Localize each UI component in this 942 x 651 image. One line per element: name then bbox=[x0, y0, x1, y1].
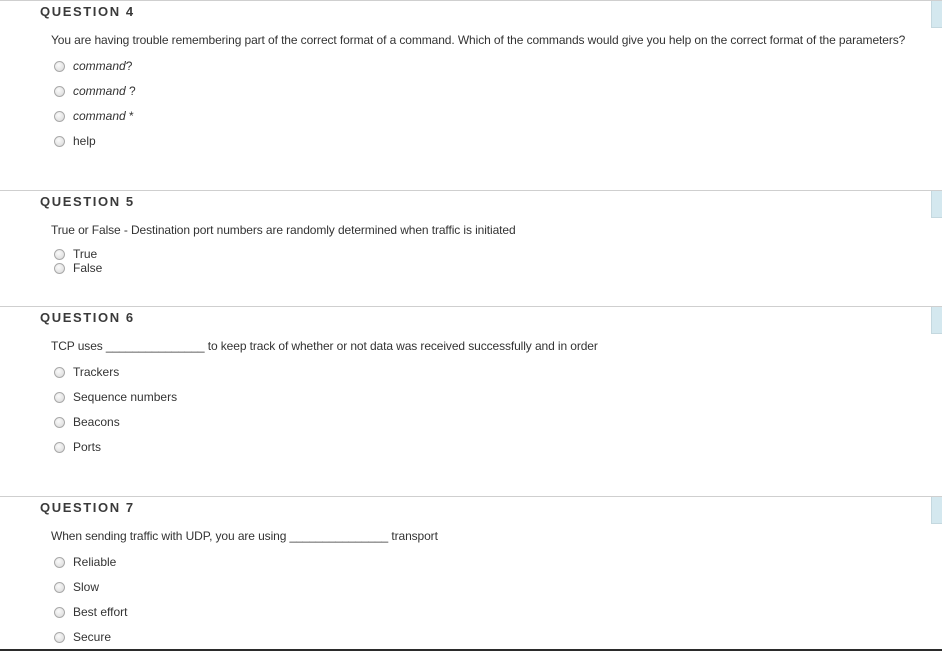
question-text: When sending traffic with UDP, you are u… bbox=[51, 529, 438, 543]
radio-button[interactable] bbox=[54, 391, 65, 403]
option-slow[interactable]: Slow bbox=[54, 579, 99, 595]
option-label: * bbox=[125, 109, 134, 123]
question-4: QUESTION 4 You are having trouble rememb… bbox=[0, 0, 942, 190]
radio-button[interactable] bbox=[54, 416, 65, 428]
option-label[interactable]: Best effort bbox=[73, 605, 127, 619]
option-beacons[interactable]: Beacons bbox=[54, 414, 120, 430]
option-help[interactable]: help bbox=[54, 133, 96, 149]
question-text: TCP uses _______________ to keep track o… bbox=[51, 339, 598, 353]
option-label[interactable]: Slow bbox=[73, 580, 99, 594]
question-text: You are having trouble remembering part … bbox=[51, 33, 906, 47]
option-label[interactable]: Ports bbox=[73, 440, 101, 454]
radio-button[interactable] bbox=[54, 441, 65, 453]
question-tab bbox=[931, 307, 942, 334]
question-title: QUESTION 7 bbox=[40, 500, 135, 515]
radio-button[interactable] bbox=[54, 60, 65, 72]
option-true[interactable]: True bbox=[54, 247, 97, 261]
option-label: ? bbox=[125, 84, 136, 98]
question-title: QUESTION 6 bbox=[40, 310, 135, 325]
radio-button[interactable] bbox=[54, 581, 65, 593]
radio-button[interactable] bbox=[54, 135, 65, 147]
question-7: QUESTION 7 When sending traffic with UDP… bbox=[0, 496, 942, 650]
option-label[interactable]: True bbox=[73, 247, 97, 261]
radio-button[interactable] bbox=[54, 85, 65, 97]
question-tab bbox=[931, 191, 942, 218]
radio-button[interactable] bbox=[54, 606, 65, 618]
option-command-question[interactable]: command? bbox=[54, 58, 132, 74]
option-best-effort[interactable]: Best effort bbox=[54, 604, 127, 620]
option-command-space-question[interactable]: command ? bbox=[54, 83, 136, 99]
option-ports[interactable]: Ports bbox=[54, 439, 101, 455]
radio-button[interactable] bbox=[54, 248, 65, 260]
option-secure[interactable]: Secure bbox=[54, 629, 111, 645]
option-command-asterisk[interactable]: command * bbox=[54, 108, 134, 124]
option-label[interactable]: Sequence numbers bbox=[73, 390, 177, 404]
question-6: QUESTION 6 TCP uses _______________ to k… bbox=[0, 306, 942, 496]
radio-button[interactable] bbox=[54, 631, 65, 643]
radio-button[interactable] bbox=[54, 262, 65, 274]
option-label[interactable]: Beacons bbox=[73, 415, 120, 429]
option-label[interactable]: Reliable bbox=[73, 555, 116, 569]
option-label[interactable]: False bbox=[73, 261, 102, 275]
question-tab bbox=[931, 497, 942, 524]
option-false[interactable]: False bbox=[54, 261, 102, 275]
radio-button[interactable] bbox=[54, 110, 65, 122]
question-text: True or False - Destination port numbers… bbox=[51, 223, 516, 237]
option-label[interactable]: Trackers bbox=[73, 365, 119, 379]
radio-button[interactable] bbox=[54, 556, 65, 568]
option-label: ? bbox=[125, 59, 133, 73]
question-tab bbox=[931, 1, 942, 28]
option-italic: command bbox=[73, 109, 126, 123]
question-title: QUESTION 5 bbox=[40, 194, 135, 209]
option-sequence-numbers[interactable]: Sequence numbers bbox=[54, 389, 177, 405]
option-label[interactable]: Secure bbox=[73, 630, 111, 644]
option-italic: command bbox=[73, 84, 126, 98]
option-trackers[interactable]: Trackers bbox=[54, 364, 119, 380]
option-italic: command bbox=[73, 59, 126, 73]
radio-button[interactable] bbox=[54, 366, 65, 378]
question-5: QUESTION 5 True or False - Destination p… bbox=[0, 190, 942, 306]
option-reliable[interactable]: Reliable bbox=[54, 554, 116, 570]
option-label[interactable]: help bbox=[73, 134, 96, 148]
question-title: QUESTION 4 bbox=[40, 4, 135, 19]
